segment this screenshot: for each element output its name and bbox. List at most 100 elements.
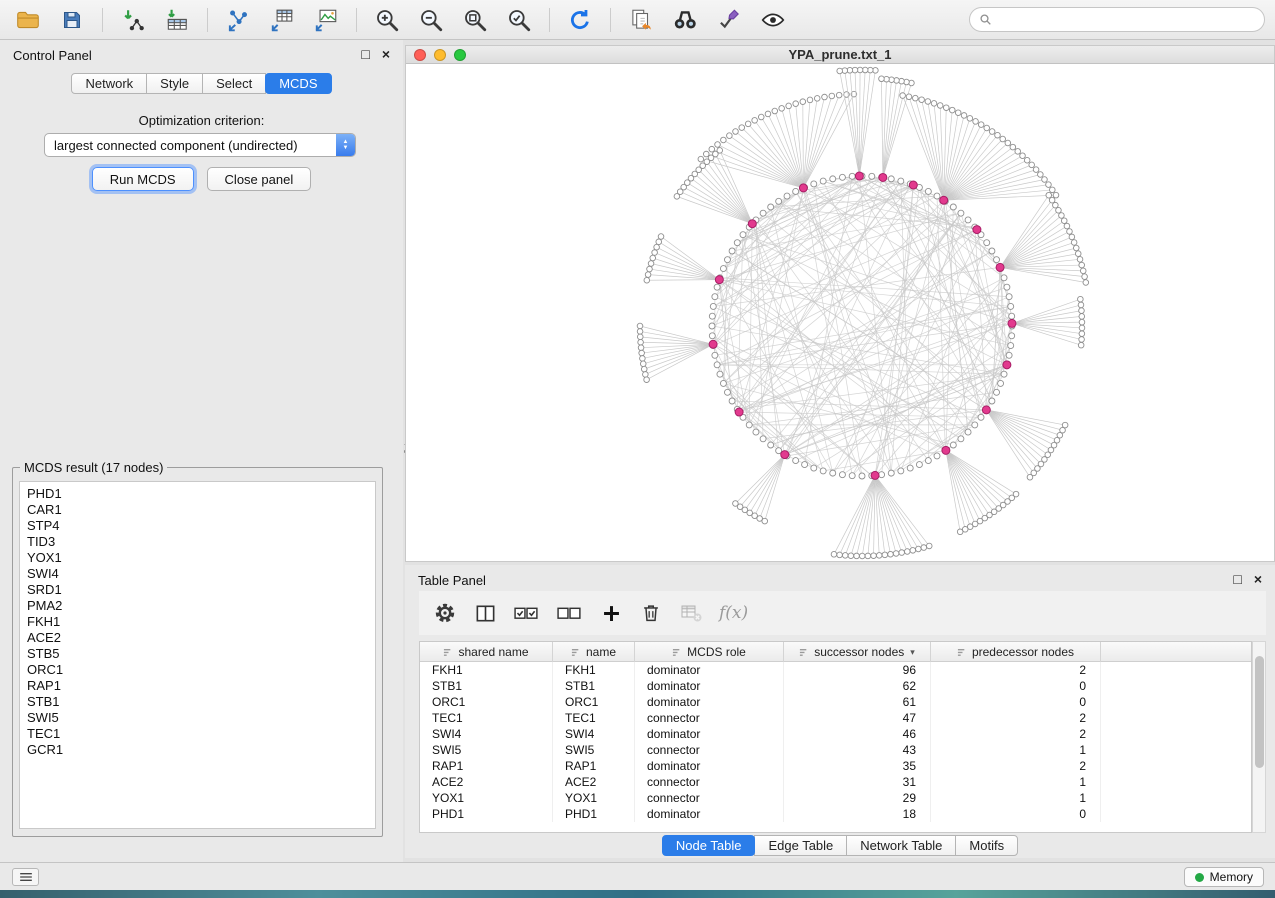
tab-network[interactable]: Network [71, 73, 147, 94]
column-header-label: predecessor nodes [972, 645, 1074, 659]
mcds-result-item[interactable]: SWI4 [27, 566, 375, 582]
add-row-button[interactable] [599, 599, 623, 627]
import-table-from-file-button[interactable] [159, 5, 195, 35]
table-cell: 0 [931, 678, 1101, 694]
zoom-fit-button[interactable] [457, 5, 493, 35]
selected-option-label: largest connected component (undirected) [54, 138, 298, 153]
mcds-result-item[interactable]: FKH1 [27, 614, 375, 630]
split-columns-button[interactable] [473, 599, 497, 627]
table-row[interactable]: ORC1ORC1dominator610 [420, 694, 1251, 710]
binoculars-icon [672, 7, 698, 33]
network-canvas[interactable] [406, 64, 1274, 561]
first-neighbors-button[interactable] [667, 5, 703, 35]
table-row[interactable]: ACE2ACE2connector311 [420, 774, 1251, 790]
zoom-out-button[interactable] [413, 5, 449, 35]
mcds-result-item[interactable]: ORC1 [27, 662, 375, 678]
sort-icon [443, 647, 454, 658]
table-settings-button[interactable] [433, 599, 457, 627]
annotation-button[interactable] [711, 5, 747, 35]
new-network-button[interactable] [220, 5, 256, 35]
network-window-titlebar[interactable]: YPA_prune.txt_1 [406, 46, 1274, 64]
table-cell: RAP1 [420, 758, 553, 774]
mcds-result-item[interactable]: RAP1 [27, 678, 375, 694]
zoom-selected-button[interactable] [501, 5, 537, 35]
table-row[interactable]: YOX1YOX1connector291 [420, 790, 1251, 806]
tab-edge-table[interactable]: Edge Table [754, 835, 847, 856]
float-panel-icon[interactable]: □ [1233, 571, 1241, 587]
column-header-successor-nodes[interactable]: successor nodes ▾ [784, 642, 931, 662]
column-header-shared-name[interactable]: shared name [420, 642, 553, 662]
column-header-mcds-role[interactable]: MCDS role [635, 642, 784, 662]
table-cell: 2 [931, 710, 1101, 726]
close-panel-button[interactable]: Close panel [207, 167, 312, 191]
table-cell: dominator [635, 694, 784, 710]
mcds-result-item[interactable]: YOX1 [27, 550, 375, 566]
column-header-name[interactable]: name [553, 642, 635, 662]
new-table-button[interactable] [264, 5, 300, 35]
refresh-view-button[interactable] [562, 5, 598, 35]
sort-icon [799, 647, 810, 658]
columns-icon [474, 602, 497, 625]
mcds-result-title: MCDS result (17 nodes) [20, 460, 167, 475]
table-scrollbar[interactable] [1252, 641, 1266, 833]
table-cell: ACE2 [420, 774, 553, 790]
open-file-button[interactable] [10, 5, 46, 35]
select-all-button[interactable] [513, 599, 540, 627]
column-header-label: successor nodes [814, 645, 904, 659]
table-row[interactable]: FKH1FKH1dominator962 [420, 662, 1251, 678]
clone-network-icon [628, 7, 654, 33]
table-cell: STB1 [553, 678, 635, 694]
mcds-result-item[interactable]: TID3 [27, 534, 375, 550]
delete-row-button[interactable] [639, 599, 663, 627]
table-row[interactable]: SWI5SWI5connector431 [420, 742, 1251, 758]
tab-motifs[interactable]: Motifs [955, 835, 1018, 856]
show-hide-button[interactable] [755, 5, 791, 35]
tab-style[interactable]: Style [146, 73, 203, 94]
scrollbar-thumb[interactable] [1255, 656, 1264, 768]
optimization-criterion-select[interactable]: largest connected component (undirected)… [44, 133, 356, 157]
tab-mcds[interactable]: MCDS [265, 73, 331, 94]
mcds-result-item[interactable]: STB1 [27, 694, 375, 710]
sort-direction-icon: ▾ [910, 647, 915, 658]
table-cell-filler [1101, 678, 1251, 694]
table-row[interactable]: TEC1TEC1connector472 [420, 710, 1251, 726]
mcds-result-item[interactable]: TEC1 [27, 726, 375, 742]
float-panel-icon[interactable]: □ [361, 46, 369, 62]
mcds-result-item[interactable]: STP4 [27, 518, 375, 534]
memory-button[interactable]: Memory [1184, 867, 1264, 887]
tab-select[interactable]: Select [202, 73, 266, 94]
status-menu-button[interactable] [12, 868, 39, 886]
tab-node-table[interactable]: Node Table [662, 835, 756, 856]
mcds-result-item[interactable]: SRD1 [27, 582, 375, 598]
mcds-result-item[interactable]: PHD1 [27, 486, 375, 502]
column-header-predecessor-nodes[interactable]: predecessor nodes [931, 642, 1101, 662]
import-network-from-file-button[interactable] [115, 5, 151, 35]
close-panel-icon[interactable]: × [382, 46, 390, 62]
table-row[interactable]: STB1STB1dominator620 [420, 678, 1251, 694]
clone-network-button[interactable] [623, 5, 659, 35]
mcds-result-item[interactable]: STB5 [27, 646, 375, 662]
column-header-label: shared name [458, 645, 528, 659]
zoom-in-button[interactable] [369, 5, 405, 35]
mcds-result-item[interactable]: GCR1 [27, 742, 375, 758]
table-row[interactable]: PHD1PHD1dominator180 [420, 806, 1251, 822]
search-input[interactable] [998, 12, 1255, 28]
tab-network-table[interactable]: Network Table [846, 835, 956, 856]
table-header-row: shared name nameMCDS role successor nodes ▾… [420, 642, 1251, 662]
table-row[interactable]: RAP1RAP1dominator352 [420, 758, 1251, 774]
run-mcds-button[interactable]: Run MCDS [92, 167, 194, 191]
close-window-button[interactable] [414, 49, 426, 61]
mcds-result-item[interactable]: CAR1 [27, 502, 375, 518]
mcds-result-item[interactable]: PMA2 [27, 598, 375, 614]
save-session-button[interactable] [54, 5, 90, 35]
unselect-all-button[interactable] [556, 599, 583, 627]
mcds-result-item[interactable]: SWI5 [27, 710, 375, 726]
maximize-window-button[interactable] [454, 49, 466, 61]
close-panel-icon[interactable]: × [1254, 571, 1262, 587]
export-image-button[interactable] [308, 5, 344, 35]
mcds-result-group: MCDS result (17 nodes) PHD1CAR1STP4TID3Y… [12, 460, 383, 837]
table-cell: dominator [635, 662, 784, 678]
table-row[interactable]: SWI4SWI4dominator462 [420, 726, 1251, 742]
mcds-result-item[interactable]: ACE2 [27, 630, 375, 646]
minimize-window-button[interactable] [434, 49, 446, 61]
